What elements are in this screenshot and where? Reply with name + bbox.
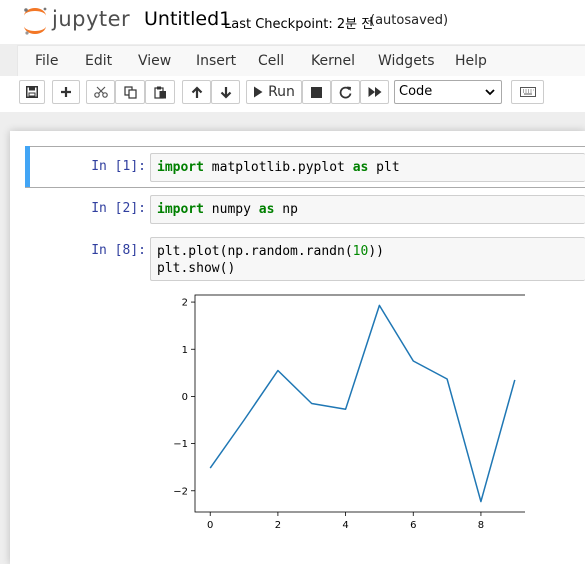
code-line: import matplotlib.pyplot as plt: [157, 160, 400, 175]
code-input[interactable]: import matplotlib.pyplot as plt: [150, 153, 585, 182]
input-prompt: In [1]:: [91, 159, 146, 174]
code-keyword: import: [157, 202, 204, 217]
play-icon: [254, 86, 263, 98]
cell-type-value: Code: [399, 84, 433, 99]
save-icon: [26, 86, 38, 98]
menu-widgets[interactable]: Widgets: [378, 53, 435, 69]
code-input[interactable]: import numpy as np: [150, 195, 585, 224]
menu-edit[interactable]: Edit: [85, 53, 112, 69]
checkpoint-status: Last Checkpoint: 2분 전: [224, 17, 374, 32]
code-text: plt: [368, 160, 400, 175]
code-text: plt.show(): [157, 261, 236, 276]
code-text: plt.plot(np.random.randn(: [157, 244, 353, 259]
header-bar: jupyter Untitled1 Last Checkpoint: 2분 전 …: [0, 0, 585, 44]
x-tick-label: 4: [342, 520, 348, 531]
menu-help[interactable]: Help: [455, 53, 487, 69]
autosave-status: (autosaved): [370, 13, 449, 28]
code-number: 10: [352, 244, 369, 259]
menu-view[interactable]: View: [138, 53, 171, 69]
line-plot-output: 0 2 4 6 8 2 1 0 −1 −2: [173, 294, 525, 531]
restart-button[interactable]: [331, 80, 360, 104]
notebook-container: In [1]: import matplotlib.pyplot as plt …: [10, 131, 585, 564]
y-tick-label: 1: [182, 345, 188, 356]
input-prompt: In [8]:: [91, 243, 146, 258]
code-text: )): [368, 244, 384, 259]
fast-forward-icon: [368, 87, 381, 97]
x-tick-label: 2: [275, 520, 281, 531]
paste-button[interactable]: [145, 80, 175, 104]
save-button[interactable]: [19, 80, 45, 104]
run-button-label: Run: [268, 84, 295, 100]
toolbar: Run Code: [0, 76, 585, 112]
x-tick-label: 8: [478, 520, 484, 531]
code-text: matplotlib.pyplot: [203, 160, 353, 175]
copy-icon: [123, 85, 137, 99]
code-text: numpy: [203, 202, 259, 217]
input-prompt: In [2]:: [91, 201, 146, 216]
x-tick-label: 0: [207, 520, 213, 531]
plus-icon: [61, 87, 71, 97]
code-input[interactable]: plt.plot(np.random.randn(10)) plt.show(): [150, 237, 585, 281]
jupyter-logo-icon: [24, 7, 47, 35]
move-up-button[interactable]: [182, 80, 211, 104]
notebook-name[interactable]: Untitled1: [144, 8, 231, 30]
y-tick-label: 2: [182, 298, 188, 309]
code-keyword: as: [352, 160, 369, 175]
menu-insert[interactable]: Insert: [196, 53, 236, 69]
cell-type-select[interactable]: Code: [394, 80, 502, 104]
y-tick-label: −2: [173, 486, 188, 497]
run-button[interactable]: Run: [246, 80, 302, 104]
copy-button[interactable]: [115, 80, 145, 104]
paste-icon: [153, 86, 166, 99]
code-line: plt.plot(np.random.randn(10)): [157, 244, 384, 259]
stop-icon: [311, 86, 322, 98]
run-all-button[interactable]: [360, 80, 389, 104]
series-line: [209, 304, 516, 503]
logo-text: jupyter: [52, 7, 131, 31]
menu-file[interactable]: File: [35, 53, 58, 69]
y-tick-label: −1: [173, 439, 188, 450]
y-tick-label: 0: [182, 392, 188, 403]
insert-cell-button[interactable]: [52, 80, 80, 104]
menu-kernel[interactable]: Kernel: [311, 53, 355, 69]
command-palette-button[interactable]: [511, 80, 544, 104]
arrow-up-icon: [191, 85, 202, 98]
menu-cell[interactable]: Cell: [258, 53, 284, 69]
keyboard-icon: [519, 87, 536, 97]
menu-bar: File Edit View Insert Cell Kernel Widget…: [17, 45, 585, 78]
cut-button[interactable]: [86, 80, 115, 104]
scissors-icon: [93, 86, 108, 98]
code-line: import numpy as np: [157, 202, 298, 217]
code-keyword: import: [157, 160, 204, 175]
x-tick-label: 6: [410, 520, 416, 531]
restart-icon: [339, 86, 352, 98]
code-text: np: [274, 202, 298, 217]
code-keyword: as: [258, 202, 275, 217]
cell-selection-bar: [25, 146, 30, 187]
interrupt-button[interactable]: [302, 80, 331, 104]
move-down-button[interactable]: [211, 80, 240, 104]
chevron-down-icon: [485, 89, 495, 96]
arrow-down-icon: [220, 86, 231, 99]
code-line: plt.show(): [157, 261, 235, 276]
